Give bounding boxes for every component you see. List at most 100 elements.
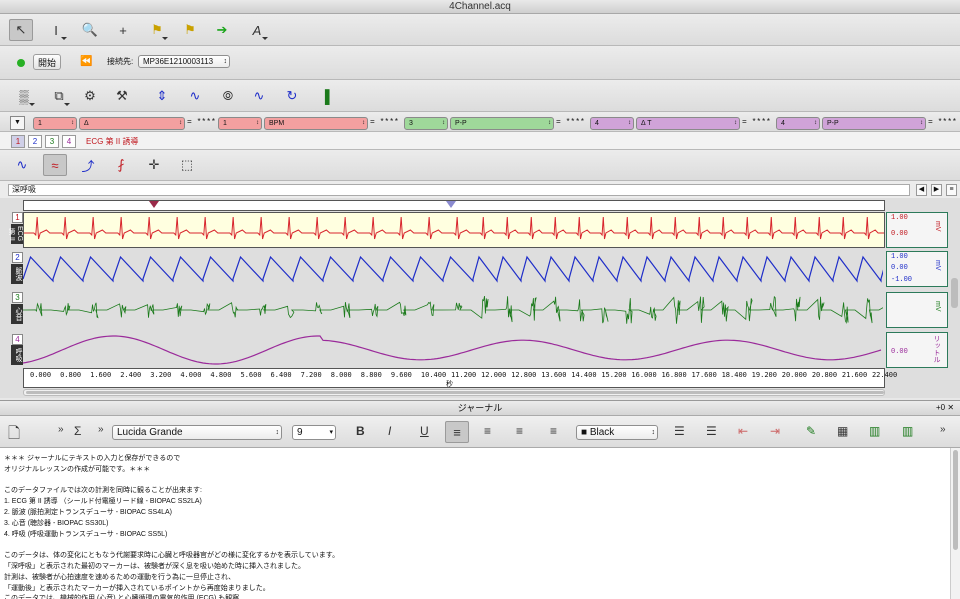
horizontal-scrollbar[interactable] — [23, 389, 885, 396]
overlap-icon[interactable]: ⦾ — [216, 85, 240, 107]
grid-icon[interactable]: ▒ — [12, 85, 36, 107]
measure-channel-4[interactable]: 4 ↕ — [590, 117, 634, 130]
measure-type-2[interactable]: BPM ↕ — [264, 117, 368, 130]
refresh-icon[interactable]: ↻ — [280, 85, 304, 107]
lane-label-2: 脈波 — [11, 264, 23, 284]
view-toolbar: ∿ ≈ ⤴ ⨏ ✛ ⬚ — [0, 150, 960, 181]
expand-2-icon[interactable]: » — [98, 424, 104, 435]
lane-1-mid-value: 0.00 — [891, 230, 908, 238]
go-arrow-icon[interactable]: ➔ — [210, 19, 234, 41]
channel-tab-1[interactable]: 1 — [11, 135, 25, 148]
indent-icon[interactable]: ⇥ — [770, 424, 780, 438]
new-document-icon[interactable]: 🗋 — [8, 423, 20, 448]
bold-icon[interactable]: B — [356, 424, 365, 438]
measure-channel-5[interactable]: 4 ↕ — [776, 117, 820, 130]
marker-1-icon[interactable] — [149, 201, 159, 208]
measure-type-3[interactable]: P-P ↕ — [450, 117, 554, 130]
journal-text[interactable]: ＊＊＊ ジャーナルにテキストの入力と保存ができるので オリジナルレッスンの作成が可… — [0, 448, 950, 599]
waveform-icon[interactable]: ∿ — [247, 85, 271, 107]
journal-scrollbar[interactable] — [950, 448, 960, 599]
outdent-icon[interactable]: ⇤ — [738, 424, 748, 438]
heart-sound-trace — [22, 295, 903, 325]
multi-flag-tool-icon[interactable]: ⚑ — [178, 19, 202, 41]
measure-menu-button[interactable]: ▼ — [10, 116, 25, 130]
start-button[interactable]: 開始 — [33, 54, 61, 70]
overlap-mode-icon[interactable]: ≈ — [43, 154, 67, 176]
flag-tool-icon[interactable]: ⚑ — [145, 19, 169, 41]
measure-channel-2[interactable]: 1 ↕ — [218, 117, 262, 130]
zoom-tool-icon[interactable]: 🔍 — [78, 19, 102, 41]
checklist-icon[interactable]: ☰ — [706, 424, 717, 438]
connection-select[interactable]: MP36E1210003113 ↕ — [138, 55, 230, 68]
pulse-lane[interactable] — [22, 251, 906, 287]
justify-icon[interactable]: ≡ — [550, 424, 557, 438]
time-tick-label: 17.600 — [691, 371, 717, 379]
marker-label-field[interactable]: 深呼吸 — [8, 184, 910, 196]
time-tick-label: 11.200 — [450, 371, 477, 379]
selected-channel-label: ECG 第 II 誘導 — [86, 137, 139, 146]
marker-list-button[interactable]: ≡ — [946, 184, 957, 196]
next-marker-button[interactable]: ▶ — [931, 184, 942, 196]
channel-tab-2[interactable]: 2 — [28, 135, 42, 148]
time-tick-label: 16.800 — [661, 371, 687, 379]
time-tick-label: 7.200 — [300, 371, 322, 379]
bar-chart-icon[interactable]: ▐ — [313, 85, 337, 107]
cursor-mode-icon[interactable]: ✛ — [142, 154, 166, 176]
measure-type-4[interactable]: Δ T ↕ — [636, 117, 740, 130]
autoscale-horizontal-icon[interactable]: ∿ — [183, 85, 207, 107]
journal-line: 1. ECG 第 II 誘導 （シールド付電極リード線 - BIOPAC SS2… — [4, 498, 202, 506]
align-left-icon[interactable]: ≡ — [445, 421, 469, 443]
autoscale-vertical-icon[interactable]: ⇕ — [150, 85, 174, 107]
underline-icon[interactable]: U — [420, 424, 429, 438]
network-mode-icon[interactable]: ⬚ — [175, 154, 199, 176]
measure-channel-1[interactable]: 1 ↕ — [33, 117, 77, 130]
lane-scale-2: 1.00 0.00 -1.00 mV — [886, 251, 948, 287]
horizontal-scroll-thumb[interactable] — [26, 391, 884, 394]
prev-marker-button[interactable]: ◀ — [916, 184, 927, 196]
text-color-select[interactable]: ■ Black ↕ — [576, 425, 658, 440]
gear-icon[interactable]: ⚙ — [78, 85, 102, 107]
rewind-icon[interactable]: ⏪ — [80, 56, 92, 67]
expand-icon[interactable]: » — [58, 424, 64, 435]
align-right-icon[interactable]: ≡ — [516, 424, 523, 438]
list-icon[interactable]: ☰ — [674, 424, 685, 438]
tools-icon[interactable]: ⚒ — [110, 85, 134, 107]
time-tick-label: 21.600 — [841, 371, 868, 379]
journal-scroll-thumb[interactable] — [953, 450, 958, 550]
arrow-tool-icon[interactable]: ↖ — [9, 19, 33, 41]
xy-mode-icon[interactable]: ⤴ — [76, 154, 100, 176]
insert-measure-icon[interactable]: ▥ — [902, 424, 913, 438]
marker-2-icon[interactable] — [446, 201, 456, 208]
ibeam-tool-icon[interactable]: I — [44, 19, 68, 41]
ecg-lane[interactable] — [23, 212, 904, 248]
italic-icon[interactable]: I — [388, 424, 391, 438]
vertical-scroll-thumb[interactable] — [951, 278, 958, 308]
measure-type-1[interactable]: Δ ↕ — [79, 117, 185, 130]
marker-bar[interactable] — [23, 200, 885, 211]
insert-graph-icon[interactable]: ✎ — [806, 424, 816, 438]
respiration-lane[interactable] — [22, 332, 885, 368]
fft-mode-icon[interactable]: ⨏ — [109, 154, 133, 176]
sigma-icon[interactable]: Σ — [74, 424, 81, 438]
measure-channel-3[interactable]: 3 ↕ — [404, 117, 448, 130]
journal-controls[interactable]: +0 ✕ — [936, 403, 954, 412]
insert-data-icon[interactable]: ▥ — [869, 424, 880, 438]
lane-1-unit: mV — [934, 221, 941, 232]
channel-tab-4[interactable]: 4 — [62, 135, 76, 148]
connection-label: 接続先: — [107, 57, 134, 66]
journal-title: ジャーナル — [0, 400, 960, 416]
layout-icon[interactable]: ⧉ — [47, 85, 71, 107]
font-select[interactable]: Lucida Grande ↕ — [112, 425, 282, 440]
chart-mode-icon[interactable]: ∿ — [10, 154, 34, 176]
measure-type-5[interactable]: P-P ↕ — [822, 117, 926, 130]
font-size-select[interactable]: 9 ▾ — [292, 425, 336, 440]
table-icon[interactable]: ▦ — [837, 424, 848, 438]
more-icon[interactable]: » — [940, 424, 946, 435]
crosshair-tool-icon[interactable]: + — [111, 19, 135, 41]
annotate-tool-icon[interactable]: A — [245, 19, 269, 41]
heart-sound-lane[interactable] — [22, 292, 903, 328]
align-center-icon[interactable]: ≡ — [484, 424, 491, 438]
time-tick-label: 14.400 — [571, 371, 597, 379]
journal-line: 2. 脈波 (脈拍測定トランスデューサ - BIOPAC SS4LA) — [4, 508, 172, 516]
channel-tab-3[interactable]: 3 — [45, 135, 59, 148]
